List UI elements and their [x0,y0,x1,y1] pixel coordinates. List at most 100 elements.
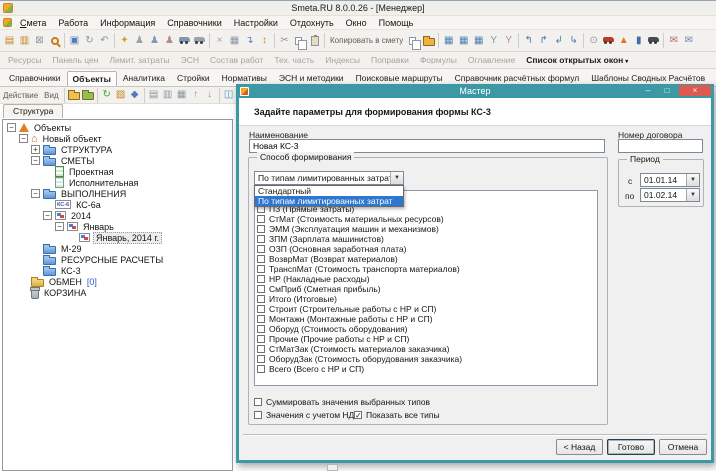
module-tab[interactable]: Аналитика [117,70,171,86]
mail-send-icon[interactable]: ✉ [666,32,681,50]
type-checkbox-item[interactable]: Прочие (Прочие работы с НР и СП) [257,334,595,344]
save-icon[interactable]: ▣ [67,32,82,50]
type-checkbox-box[interactable] [257,355,265,363]
menu-item[interactable]: Информация [94,18,161,28]
estimate-add-icon[interactable]: ♟ [147,32,162,50]
tree-item[interactable]: −СМЕТЫ [3,155,232,166]
indent-icon[interactable]: ↱ [536,32,551,50]
cancel-button[interactable]: Отмена [659,439,707,455]
sort-icon[interactable]: ↕ [257,32,272,50]
name-input[interactable] [249,139,605,153]
filter-icon[interactable]: Y [486,32,501,50]
tree-item[interactable]: −М-29 [3,243,232,254]
outdent-icon[interactable]: ↰ [521,32,536,50]
sum-checkbox[interactable]: Суммировать значения выбранных типов [254,397,430,407]
mechanism-icon[interactable] [192,32,207,50]
menu-item[interactable]: Отдохнуть [284,18,340,28]
type-checkbox-box[interactable] [257,255,265,263]
mail-receive-icon[interactable]: ✉ [681,32,696,50]
type-checkbox-item[interactable]: Монтажн (Монтажные работы с НР и СП) [257,314,595,324]
type-checkbox-item[interactable]: Строит (Строительные работы с НР и СП) [257,304,595,314]
expander-icon[interactable]: + [31,145,40,154]
type-checkbox-box[interactable] [257,225,265,233]
type-checkbox-item[interactable]: Итого (Итоговые) [257,294,595,304]
sitemap-icon[interactable]: ▦ [227,32,242,50]
chevron-down-icon[interactable]: ▼ [390,172,403,184]
tree-item[interactable]: −Объекты [3,122,232,133]
type-checkbox-item[interactable]: СтМат (Стоимость материальных ресурсов) [257,214,595,224]
type-checkbox-box[interactable] [257,215,265,223]
filter-clear-icon[interactable]: Y [501,32,516,50]
method-combo[interactable]: По типам лимитированных затрат ▼ [254,171,404,185]
view-list-icon[interactable]: ▥ [161,88,175,103]
type-checkbox-item[interactable]: ЭММ (Эксплуатация машин и механизмов) [257,224,595,234]
estimate-icon[interactable]: ♟ [132,32,147,50]
show-all-types-checkbox[interactable]: Показать все типы [354,410,440,420]
expander-icon[interactable]: − [55,222,64,231]
tree-item[interactable]: −ВЫПОЛНЕНИЯ [3,188,232,199]
sum-checkbox-box[interactable] [254,398,262,406]
estimate-struct-icon[interactable]: ▥ [17,32,32,50]
type-checkbox-box[interactable] [257,325,265,333]
view-detail-icon[interactable]: ▦ [175,88,189,103]
show-all-checkbox-box[interactable] [354,411,362,419]
close-button[interactable]: × [679,85,711,96]
type-checkbox-item[interactable]: СмПриб (Сметная прибыль) [257,284,595,294]
tree-item[interactable]: −⌂Новый объект [3,133,232,144]
analysis-icon[interactable]: ◆ [128,88,142,103]
paste-icon[interactable] [307,32,322,50]
copy-sheet-icon[interactable] [406,32,421,50]
estimate-tree-icon[interactable]: ▤ [2,32,17,50]
machine-icon[interactable] [177,32,192,50]
report-ks2-icon[interactable]: ▦ [441,32,456,50]
module-tab[interactable]: Справочники [3,70,67,86]
expander-icon[interactable]: − [31,156,40,165]
doc-tab[interactable]: Список открытых окон▾ [526,55,628,65]
type-checkbox-box[interactable] [257,305,265,313]
buffer-folder-icon[interactable] [421,32,436,50]
tree-item[interactable]: −РЕСУРСНЫЕ РАСЧЕТЫ [3,254,232,265]
chevron-down-icon[interactable]: ▼ [686,174,699,186]
contract-number-input[interactable] [618,139,703,153]
type-checkbox-box[interactable] [257,335,265,343]
menu-item[interactable]: Помощь [373,18,420,28]
shift-right-icon[interactable]: ↳ [566,32,581,50]
tree-item[interactable]: −ОБМЕН[0] [3,276,232,287]
import-icon[interactable]: ↴ [242,32,257,50]
tab-structure[interactable]: Структура [3,104,63,118]
close-window-icon[interactable]: ⊠ [32,32,47,50]
vat-checkbox[interactable]: Значения с учетом НДС [254,410,360,420]
module-tab[interactable]: Стройки [171,70,216,86]
tree-item[interactable]: −КС-3 [3,265,232,276]
type-checkbox-item[interactable]: Оборуд (Стоимость оборудования) [257,324,595,334]
copy-icon[interactable] [292,32,307,50]
type-checkbox-box[interactable] [257,315,265,323]
expander-icon[interactable]: − [31,189,40,198]
back-button[interactable]: < Назад [556,439,603,455]
action-menu[interactable]: Действие [0,91,41,100]
type-checkbox-item[interactable]: ВозврМат (Возврат материалов) [257,254,595,264]
type-checkbox-item[interactable]: Всего (Всего с НР и СП) [257,364,595,374]
handbook-icon[interactable]: ▮ [631,32,646,50]
finish-button[interactable]: Готово [607,439,655,455]
type-checkbox-item[interactable]: ТранспМат (Стоимость транспорта материал… [257,264,595,274]
type-checkbox-box[interactable] [257,365,265,373]
refresh-icon[interactable]: ↻ [82,32,97,50]
tree-item[interactable]: −Проектная [3,166,232,177]
transport-icon[interactable] [601,32,616,50]
type-checkbox-box[interactable] [257,285,265,293]
tree-item[interactable]: −Январь [3,221,232,232]
type-checkbox-box[interactable] [257,245,265,253]
tree-item[interactable]: −Январь, 2014 г. [3,232,232,243]
type-checkbox-box[interactable] [257,345,265,353]
type-checkbox-item[interactable]: ОборудЗак (Стоимость оборудования заказч… [257,354,595,364]
type-checkbox-item[interactable]: СтМатЗак (Стоимость материалов заказчика… [257,344,595,354]
folder-up-icon[interactable] [67,88,81,103]
report-m29-icon[interactable]: ▦ [471,32,486,50]
type-checkbox-item[interactable]: ОЗП (Основная заработная плата) [257,244,595,254]
tree-item[interactable]: −2014 [3,210,232,221]
copy-to-estimate-button[interactable]: Копировать в смету [327,36,406,45]
expander-icon[interactable]: − [7,123,16,132]
menu-item[interactable]: Настройки [228,18,284,28]
dropdown-option[interactable]: Стандартный [255,186,403,196]
